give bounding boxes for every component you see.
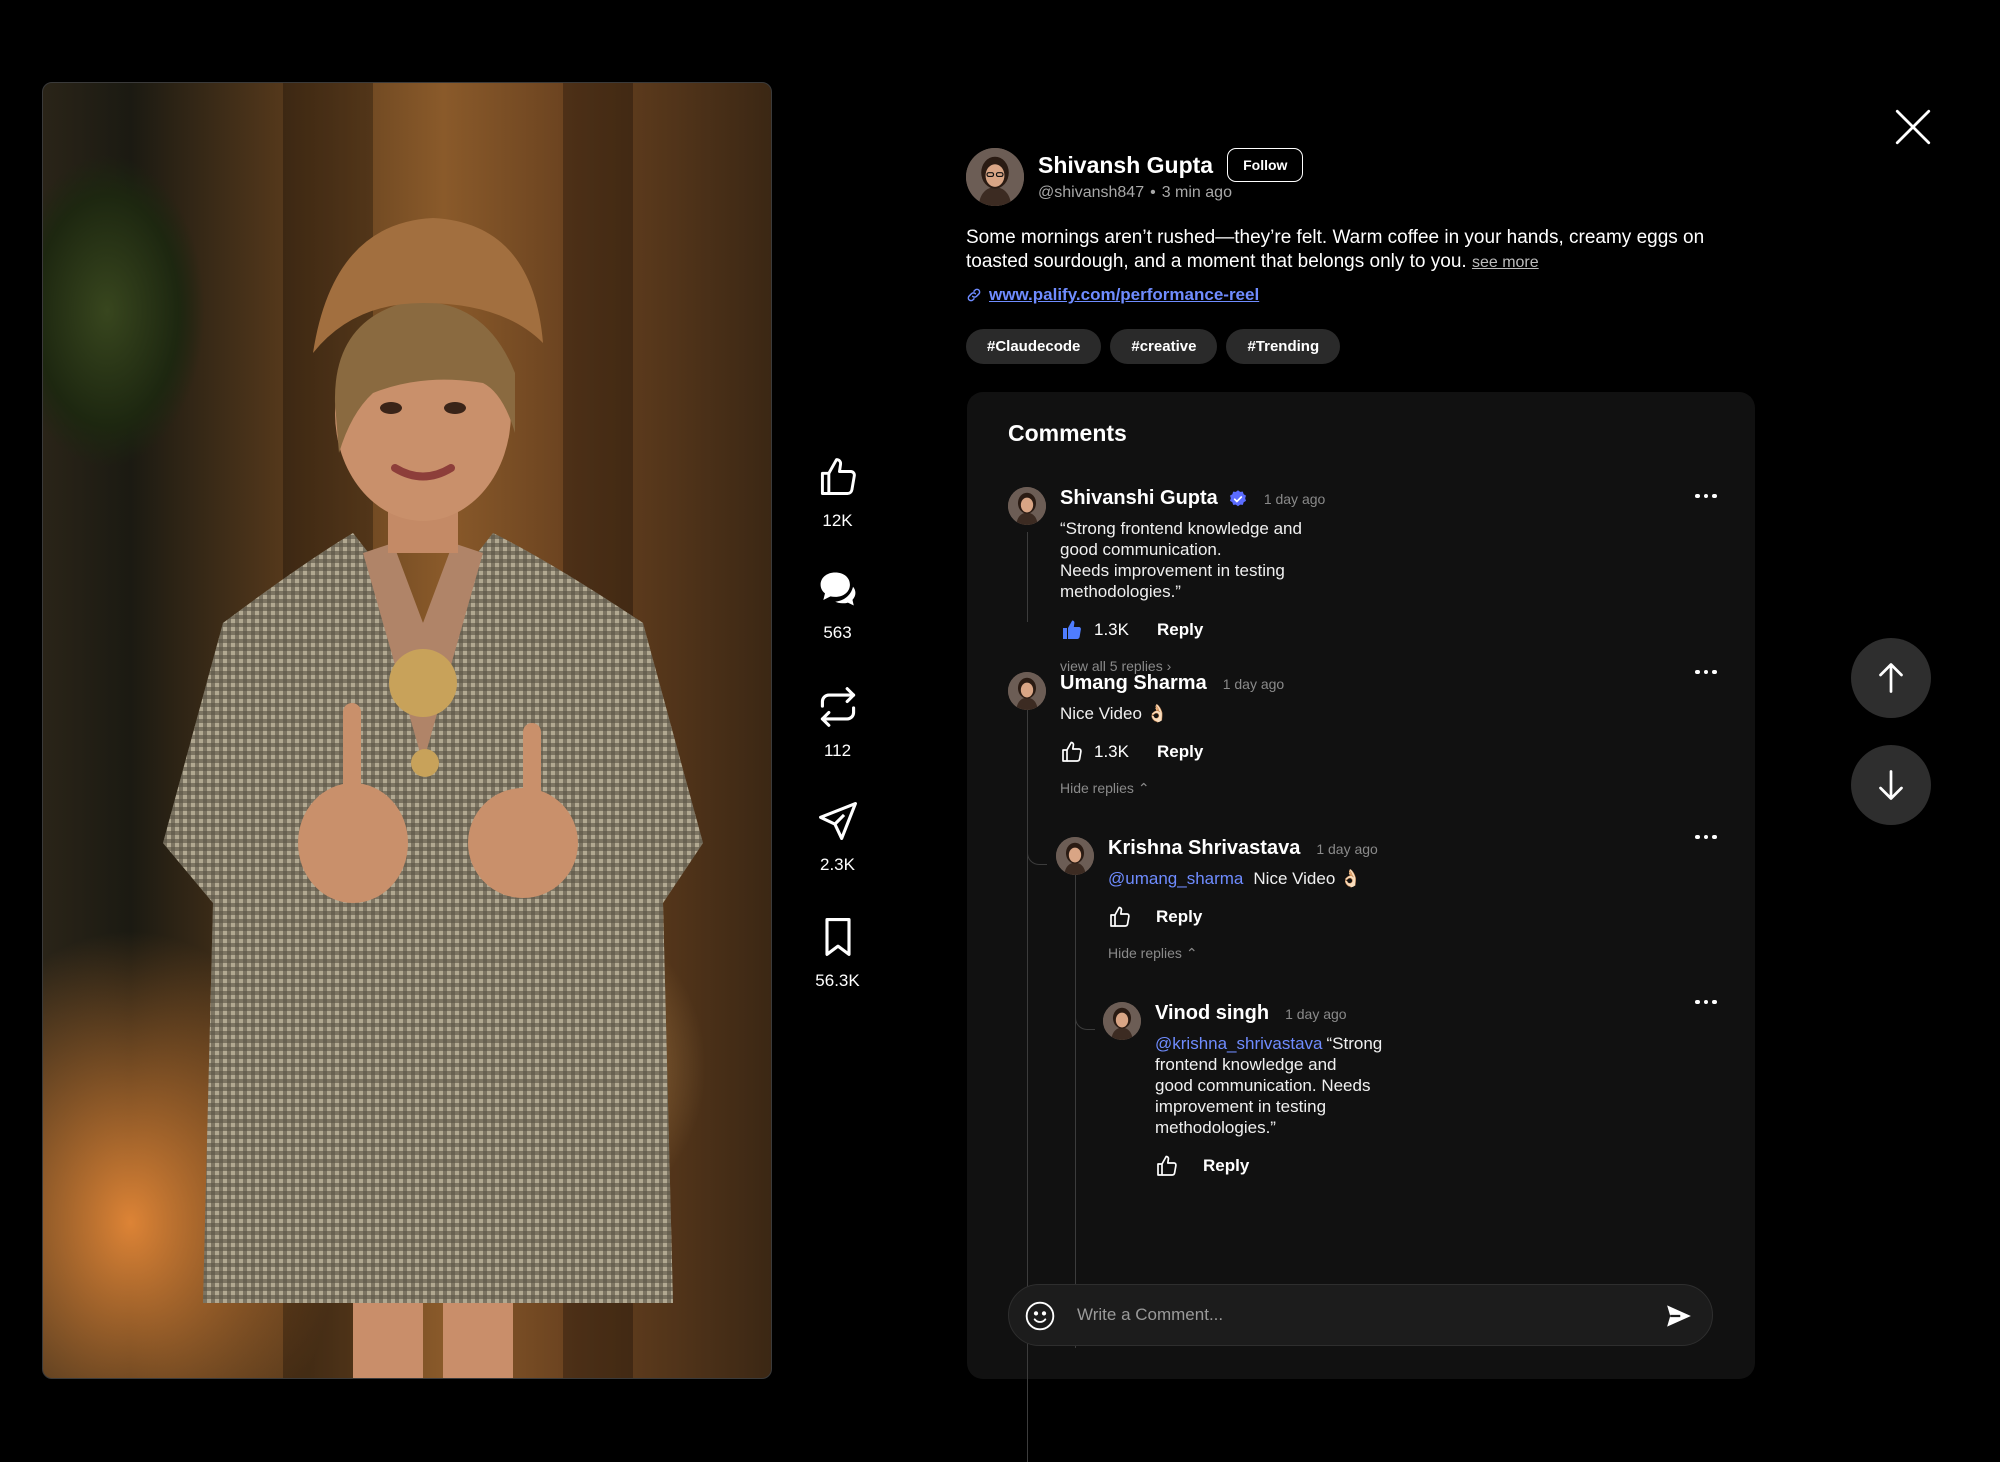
thread-connector <box>1027 847 1047 865</box>
post-time: 3 min ago <box>1161 184 1232 201</box>
author-handle: @shivansh847 <box>1038 184 1145 201</box>
avatar[interactable] <box>1008 487 1046 525</box>
caption-text: Some mornings aren’t rushed—they’re felt… <box>966 227 1705 272</box>
avatar[interactable] <box>1103 1002 1141 1040</box>
mention-link[interactable]: @umang_sharma <box>1108 869 1243 888</box>
tag-chip[interactable]: #creative <box>1110 329 1218 364</box>
avatar[interactable] <box>1008 672 1046 710</box>
thread-line <box>1075 870 1076 1348</box>
reply-button[interactable]: Reply <box>1203 1156 1249 1176</box>
comment-composer <box>1008 1284 1713 1346</box>
commenter-name[interactable]: Shivanshi Gupta <box>1060 487 1218 510</box>
more-options-button[interactable] <box>1695 832 1721 842</box>
save-count: 56.3K <box>815 971 860 990</box>
next-post-button[interactable] <box>1851 745 1931 825</box>
more-options-button[interactable] <box>1695 667 1721 677</box>
more-options-button[interactable] <box>1695 997 1721 1007</box>
send-icon[interactable] <box>1664 1301 1694 1331</box>
comment-time: 1 day ago <box>1222 675 1285 692</box>
comment-time: 1 day ago <box>1263 490 1326 507</box>
comment-text: “Strong frontend knowledge and good comm… <box>1060 519 1302 601</box>
thread-connector <box>1075 1012 1095 1030</box>
post-header: Shivansh Gupta Follow @shivansh847 • 3 min… <box>966 148 1304 206</box>
repost-count: 112 <box>823 741 852 760</box>
thumbs-up-icon <box>820 458 856 495</box>
thread-line <box>1027 708 1028 1462</box>
reply-button[interactable]: Reply <box>1157 742 1203 762</box>
chat-bubbles-icon <box>820 572 855 606</box>
hide-replies-link[interactable]: Hide replies ⌃ <box>1060 780 1284 797</box>
commenter-name[interactable]: Krishna Shrivastava <box>1108 837 1300 860</box>
bookmark-icon <box>824 918 851 956</box>
smiley-icon[interactable] <box>1024 1300 1056 1332</box>
reply-button[interactable]: Reply <box>1157 620 1203 640</box>
comment-input[interactable] <box>1077 1285 1637 1345</box>
thread-line <box>1027 532 1028 622</box>
video-subject-image <box>163 218 703 1378</box>
comments-panel: Comments Shivanshi Gupta 1 day ago “Stro… <box>967 392 1755 1462</box>
mention-link[interactable]: @krishna_shrivastava <box>1155 1034 1323 1053</box>
thumbs-up-icon[interactable] <box>1155 1154 1179 1178</box>
comment-action[interactable]: 563 <box>800 567 875 643</box>
share-action[interactable]: 2.3K <box>800 799 875 875</box>
tag-chip[interactable]: #Claudecode <box>966 329 1102 364</box>
paper-plane-icon <box>818 802 857 840</box>
commenter-name[interactable]: Vinod singh <box>1155 1002 1269 1025</box>
tag-chip[interactable]: #Trending <box>1226 329 1341 364</box>
meta-separator: • <box>1150 184 1156 201</box>
verified-badge-icon <box>1229 489 1246 506</box>
author-name[interactable]: Shivansh Gupta <box>1038 152 1213 179</box>
see-more-link[interactable]: see more <box>1472 254 1539 271</box>
tag-list: #Claudecode #creative #Trending <box>966 329 1341 364</box>
comment-count: 563 <box>823 623 852 642</box>
repeat-icon <box>820 687 855 727</box>
comment-time: 1 day ago <box>1285 1005 1347 1022</box>
like-action[interactable]: 12K <box>800 455 875 531</box>
avatar[interactable] <box>966 148 1024 206</box>
comment-like-count: 1.3K <box>1094 620 1129 639</box>
comment-time: 1 day ago <box>1316 840 1378 857</box>
avatar[interactable] <box>1056 837 1094 875</box>
comment-like-count: 1.3K <box>1094 742 1129 761</box>
link-icon <box>967 288 981 302</box>
post-link-text[interactable]: www.palify.com/performance-reel <box>989 285 1259 305</box>
repost-action[interactable]: 112 <box>800 685 875 761</box>
commenter-name[interactable]: Umang Sharma <box>1060 672 1207 695</box>
video-player[interactable] <box>42 82 772 1379</box>
comments-title: Comments <box>1008 420 1127 446</box>
close-icon[interactable] <box>1892 106 1934 148</box>
post-caption: Some mornings aren’t rushed—they’re felt… <box>966 226 1746 275</box>
arrow-up-icon <box>1879 663 1903 693</box>
share-count: 2.3K <box>820 855 855 874</box>
thumbs-up-icon[interactable] <box>1108 905 1132 929</box>
like-count: 12K <box>822 511 853 530</box>
thumbs-up-icon[interactable] <box>1060 740 1084 764</box>
post-link[interactable]: www.palify.com/performance-reel <box>966 285 1259 305</box>
comment-text: Nice Video 👌🏻 <box>1060 704 1168 723</box>
more-options-button[interactable] <box>1695 491 1721 501</box>
comment-text: Nice Video 👌🏻 <box>1253 869 1362 888</box>
thumbs-up-icon[interactable] <box>1060 618 1084 642</box>
reply-button[interactable]: Reply <box>1156 907 1202 927</box>
previous-post-button[interactable] <box>1851 638 1931 718</box>
save-action[interactable]: 56.3K <box>800 915 875 991</box>
arrow-down-icon <box>1879 770 1903 800</box>
follow-button[interactable]: Follow <box>1227 148 1304 182</box>
hide-replies-link[interactable]: Hide replies ⌃ <box>1108 945 1378 962</box>
